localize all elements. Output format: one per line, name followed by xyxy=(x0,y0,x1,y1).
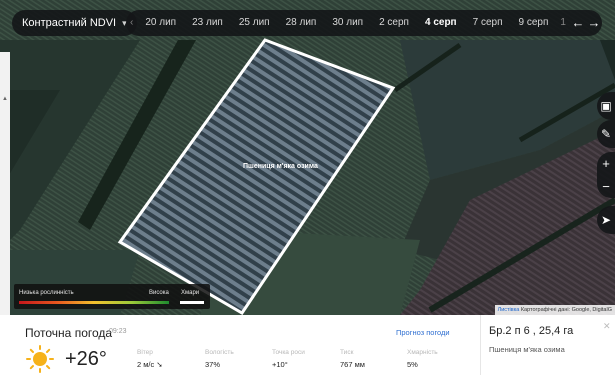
legend-high-label: Висока xyxy=(149,290,169,296)
wind-direction-icon: ➘ xyxy=(156,360,163,369)
metric-label: Хмарність xyxy=(407,349,438,356)
location-arrow-icon: ➤ xyxy=(600,213,612,227)
metric-label: Точка роси xyxy=(272,349,305,356)
date-item-partial: ‹ xyxy=(130,17,134,28)
weather-panel: Поточна погода 09:23 Прогноз погоди +26°… xyxy=(10,315,615,375)
map-attribution: Листівка Картографічні дані: Google, Dig… xyxy=(494,305,615,315)
weather-title: Поточна погода xyxy=(25,326,113,340)
legend-gradient xyxy=(19,301,169,304)
weather-time: 09:23 xyxy=(109,328,127,335)
field-crop-label: Пшениця м'яка озима xyxy=(243,163,318,170)
legend-clouds-label: Хмари xyxy=(181,290,200,296)
date-item[interactable]: 23 лип xyxy=(184,10,231,36)
metric-cloudiness: Хмарність 5% xyxy=(407,349,438,369)
date-item[interactable]: 25 лип xyxy=(231,10,278,36)
temperature: +26° xyxy=(65,348,107,370)
attribution-text: Картографічні дані: Google, DigitalG xyxy=(520,307,612,313)
metric-wind: Вітер 2 м/с ➘ xyxy=(137,349,163,369)
legend-clouds-swatch xyxy=(180,301,204,304)
close-icon[interactable]: ✕ xyxy=(603,321,611,332)
zoom-controls: + − xyxy=(597,152,615,198)
date-item[interactable]: 2 серп xyxy=(371,10,417,36)
date-timeline: ‹ 20 лип 23 лип 25 лип 28 лип 30 лип 2 с… xyxy=(126,10,602,36)
metric-pressure: Тиск 767 мм xyxy=(340,349,365,369)
satellite-imagery xyxy=(0,0,615,315)
ndvi-layer-select[interactable]: Контрастний NDVI ▾ xyxy=(12,10,137,36)
layers-icon: ▣ xyxy=(600,99,612,113)
ndvi-legend: Низька рослинність Висока Хмари xyxy=(14,284,210,309)
date-item[interactable]: 7 серп xyxy=(465,10,511,36)
arrow-right-icon[interactable]: → xyxy=(586,10,602,36)
metric-dew-point: Точка роси +10° xyxy=(272,349,305,369)
metric-value: 2 м/с ➘ xyxy=(137,360,163,369)
date-item[interactable]: 30 лип xyxy=(324,10,371,36)
date-item[interactable]: 1 xyxy=(556,10,570,36)
zoom-out-icon[interactable]: − xyxy=(597,175,615,198)
sun-icon xyxy=(26,345,54,373)
metric-value: 37% xyxy=(205,360,221,369)
date-item[interactable]: 20 лип xyxy=(137,10,184,36)
ruler-icon: ✎ xyxy=(600,127,612,141)
date-item[interactable]: 9 серп xyxy=(511,10,557,36)
map-view[interactable]: Контрастний NDVI ▾ ‹ 20 лип 23 лип 25 ли… xyxy=(0,0,615,315)
metric-label: Вологість xyxy=(205,349,234,356)
metric-label: Вітер xyxy=(137,349,153,356)
field-crop: Пшениця м'яка озима xyxy=(489,345,565,354)
caret-up-icon[interactable]: ▲ xyxy=(2,96,8,102)
ndvi-layer-label: Контрастний NDVI xyxy=(22,17,117,29)
date-item[interactable]: 28 лип xyxy=(278,10,325,36)
panel-divider xyxy=(480,315,481,375)
zoom-in-icon[interactable]: + xyxy=(597,152,615,175)
date-item-active[interactable]: 4 серп xyxy=(417,10,465,36)
metric-value: 5% xyxy=(407,360,418,369)
attribution-link[interactable]: Листівка xyxy=(498,307,520,313)
forecast-link[interactable]: Прогноз погоди xyxy=(396,328,450,337)
metric-label: Тиск xyxy=(340,349,354,356)
legend-low-label: Низька рослинність xyxy=(19,290,74,296)
metric-humidity: Вологість 37% xyxy=(205,349,234,369)
metric-value: +10° xyxy=(272,360,288,369)
left-scrollbar[interactable]: ▲ xyxy=(0,52,10,315)
metric-value: 767 мм xyxy=(340,360,365,369)
arrow-left-icon[interactable]: ← xyxy=(570,10,586,36)
field-name: Бр.2 п 6 , 25,4 га xyxy=(489,325,574,337)
